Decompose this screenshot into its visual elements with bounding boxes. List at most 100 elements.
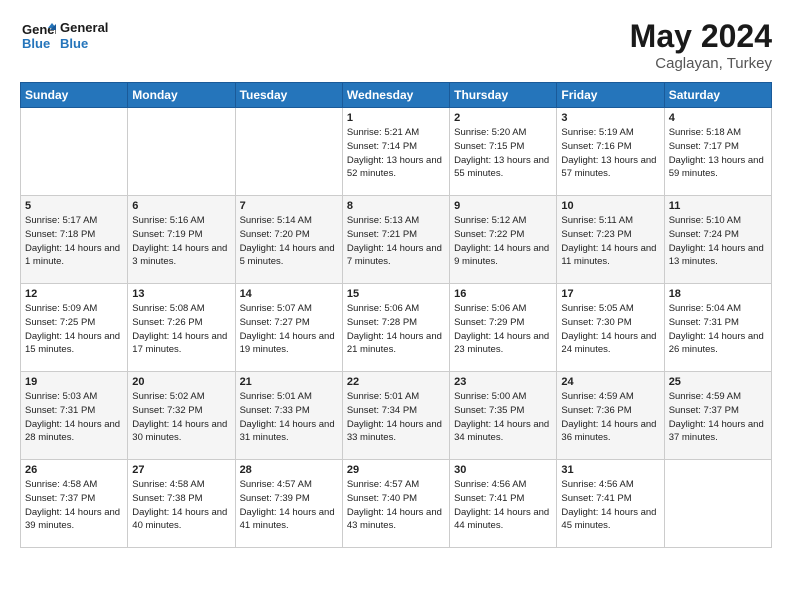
day-info: Sunrise: 4:57 AM Sunset: 7:39 PM Dayligh…	[240, 478, 338, 533]
day-info: Sunrise: 5:01 AM Sunset: 7:33 PM Dayligh…	[240, 390, 338, 445]
calendar-cell: 4Sunrise: 5:18 AM Sunset: 7:17 PM Daylig…	[664, 108, 771, 196]
calendar-week-4: 19 Sunrise: 5:03 AM Sunset: 7:31 PM Dayli…	[21, 372, 772, 460]
day-info: Sunrise: 5:08 AM Sunset: 7:26 PM Dayligh…	[132, 302, 230, 357]
day-number: 18	[669, 288, 767, 300]
day-info: Sunrise: 5:17 AM Sunset: 7:18 PM Dayligh…	[25, 214, 123, 269]
day-number: 28	[240, 464, 338, 476]
calendar-cell: 14Sunrise: 5:07 AM Sunset: 7:27 PM Dayli…	[235, 284, 342, 372]
logo-icon: General Blue	[20, 18, 56, 54]
day-number: 13	[132, 288, 230, 300]
calendar-cell	[128, 108, 235, 196]
day-number: 29	[347, 464, 445, 476]
calendar-week-2: 5Sunrise: 5:17 AM Sunset: 7:18 PM Daylig…	[21, 196, 772, 284]
day-number: 7	[240, 200, 338, 212]
day-info: Sunrise: 5:02 AM Sunset: 7:32 PM Dayligh…	[132, 390, 230, 445]
calendar-cell: 23Sunrise: 5:00 AM Sunset: 7:35 PM Dayli…	[450, 372, 557, 460]
day-info: Sunrise: 5:05 AM Sunset: 7:30 PM Dayligh…	[561, 302, 659, 357]
calendar-cell: 31 Sunrise: 4:56 AM Sunset: 7:41 PM Dayli…	[557, 460, 664, 548]
day-number: 17	[561, 288, 659, 300]
day-number: 4	[669, 112, 767, 124]
title-block: May 2024 Caglayan, Turkey	[630, 18, 772, 72]
day-number: 19	[25, 376, 123, 388]
col-sunday: Sunday	[21, 83, 128, 108]
calendar-cell: 11 Sunrise: 5:10 AM Sunset: 7:24 PM Dayli…	[664, 196, 771, 284]
day-info: Sunrise: 5:20 AM Sunset: 7:15 PM Dayligh…	[454, 126, 552, 181]
day-number: 23	[454, 376, 552, 388]
col-tuesday: Tuesday	[235, 83, 342, 108]
day-number: 22	[347, 376, 445, 388]
day-info: Sunrise: 4:59 AM Sunset: 7:36 PM Dayligh…	[561, 390, 659, 445]
calendar-cell: 17 Sunrise: 5:05 AM Sunset: 7:30 PM Dayli…	[557, 284, 664, 372]
calendar-cell: 24 Sunrise: 4:59 AM Sunset: 7:36 PM Dayli…	[557, 372, 664, 460]
day-number: 8	[347, 200, 445, 212]
logo: General Blue General Blue	[20, 18, 108, 54]
calendar-cell: 6 Sunrise: 5:16 AM Sunset: 7:19 PM Daylig…	[128, 196, 235, 284]
day-info: Sunrise: 5:14 AM Sunset: 7:20 PM Dayligh…	[240, 214, 338, 269]
calendar-cell: 12 Sunrise: 5:09 AM Sunset: 7:25 PM Dayli…	[21, 284, 128, 372]
day-number: 2	[454, 112, 552, 124]
calendar-cell: 1 Sunrise: 5:21 AM Sunset: 7:14 PM Daylig…	[342, 108, 449, 196]
day-info: Sunrise: 4:58 AM Sunset: 7:37 PM Dayligh…	[25, 478, 123, 533]
calendar-page: General Blue General Blue May 2024 Cagla…	[0, 0, 792, 558]
day-number: 25	[669, 376, 767, 388]
calendar-cell: 29 Sunrise: 4:57 AM Sunset: 7:40 PM Dayli…	[342, 460, 449, 548]
calendar-cell: 26 Sunrise: 4:58 AM Sunset: 7:37 PM Dayli…	[21, 460, 128, 548]
col-thursday: Thursday	[450, 83, 557, 108]
day-info: Sunrise: 5:09 AM Sunset: 7:25 PM Dayligh…	[25, 302, 123, 357]
day-info: Sunrise: 4:57 AM Sunset: 7:40 PM Dayligh…	[347, 478, 445, 533]
day-number: 26	[25, 464, 123, 476]
day-info: Sunrise: 5:03 AM Sunset: 7:31 PM Dayligh…	[25, 390, 123, 445]
header-row: Sunday Monday Tuesday Wednesday Thursday…	[21, 83, 772, 108]
day-number: 16	[454, 288, 552, 300]
calendar-cell: 25 Sunrise: 4:59 AM Sunset: 7:37 PM Dayli…	[664, 372, 771, 460]
calendar-cell: 5Sunrise: 5:17 AM Sunset: 7:18 PM Daylig…	[21, 196, 128, 284]
day-number: 6	[132, 200, 230, 212]
day-number: 20	[132, 376, 230, 388]
day-info: Sunrise: 5:10 AM Sunset: 7:24 PM Dayligh…	[669, 214, 767, 269]
day-number: 12	[25, 288, 123, 300]
calendar-cell: 18Sunrise: 5:04 AM Sunset: 7:31 PM Dayli…	[664, 284, 771, 372]
day-info: Sunrise: 4:58 AM Sunset: 7:38 PM Dayligh…	[132, 478, 230, 533]
calendar-cell: 15 Sunrise: 5:06 AM Sunset: 7:28 PM Dayli…	[342, 284, 449, 372]
day-number: 27	[132, 464, 230, 476]
calendar-cell: 19 Sunrise: 5:03 AM Sunset: 7:31 PM Dayli…	[21, 372, 128, 460]
calendar-cell	[235, 108, 342, 196]
month-title: May 2024	[630, 18, 772, 55]
day-info: Sunrise: 4:56 AM Sunset: 7:41 PM Dayligh…	[561, 478, 659, 533]
calendar-cell: 16 Sunrise: 5:06 AM Sunset: 7:29 PM Dayli…	[450, 284, 557, 372]
header: General Blue General Blue May 2024 Cagla…	[20, 18, 772, 72]
day-number: 31	[561, 464, 659, 476]
day-info: Sunrise: 5:13 AM Sunset: 7:21 PM Dayligh…	[347, 214, 445, 269]
day-info: Sunrise: 5:06 AM Sunset: 7:28 PM Dayligh…	[347, 302, 445, 357]
calendar-cell: 8 Sunrise: 5:13 AM Sunset: 7:21 PM Daylig…	[342, 196, 449, 284]
calendar-cell: 20 Sunrise: 5:02 AM Sunset: 7:32 PM Dayli…	[128, 372, 235, 460]
day-info: Sunrise: 5:21 AM Sunset: 7:14 PM Dayligh…	[347, 126, 445, 181]
day-number: 1	[347, 112, 445, 124]
col-monday: Monday	[128, 83, 235, 108]
day-number: 11	[669, 200, 767, 212]
calendar-table: Sunday Monday Tuesday Wednesday Thursday…	[20, 82, 772, 548]
day-info: Sunrise: 5:19 AM Sunset: 7:16 PM Dayligh…	[561, 126, 659, 181]
calendar-cell: 9Sunrise: 5:12 AM Sunset: 7:22 PM Daylig…	[450, 196, 557, 284]
location-title: Caglayan, Turkey	[630, 55, 772, 72]
calendar-week-1: 1 Sunrise: 5:21 AM Sunset: 7:14 PM Daylig…	[21, 108, 772, 196]
calendar-cell: 30Sunrise: 4:56 AM Sunset: 7:41 PM Dayli…	[450, 460, 557, 548]
calendar-cell: 27 Sunrise: 4:58 AM Sunset: 7:38 PM Dayli…	[128, 460, 235, 548]
day-info: Sunrise: 4:56 AM Sunset: 7:41 PM Dayligh…	[454, 478, 552, 533]
calendar-cell: 13 Sunrise: 5:08 AM Sunset: 7:26 PM Dayli…	[128, 284, 235, 372]
day-info: Sunrise: 5:06 AM Sunset: 7:29 PM Dayligh…	[454, 302, 552, 357]
day-number: 15	[347, 288, 445, 300]
col-wednesday: Wednesday	[342, 83, 449, 108]
calendar-week-5: 26 Sunrise: 4:58 AM Sunset: 7:37 PM Dayli…	[21, 460, 772, 548]
day-info: Sunrise: 5:12 AM Sunset: 7:22 PM Dayligh…	[454, 214, 552, 269]
day-number: 24	[561, 376, 659, 388]
col-friday: Friday	[557, 83, 664, 108]
day-info: Sunrise: 5:16 AM Sunset: 7:19 PM Dayligh…	[132, 214, 230, 269]
day-info: Sunrise: 5:11 AM Sunset: 7:23 PM Dayligh…	[561, 214, 659, 269]
day-number: 10	[561, 200, 659, 212]
day-number: 3	[561, 112, 659, 124]
calendar-week-3: 12 Sunrise: 5:09 AM Sunset: 7:25 PM Dayli…	[21, 284, 772, 372]
col-saturday: Saturday	[664, 83, 771, 108]
day-info: Sunrise: 4:59 AM Sunset: 7:37 PM Dayligh…	[669, 390, 767, 445]
calendar-cell: 21Sunrise: 5:01 AM Sunset: 7:33 PM Dayli…	[235, 372, 342, 460]
